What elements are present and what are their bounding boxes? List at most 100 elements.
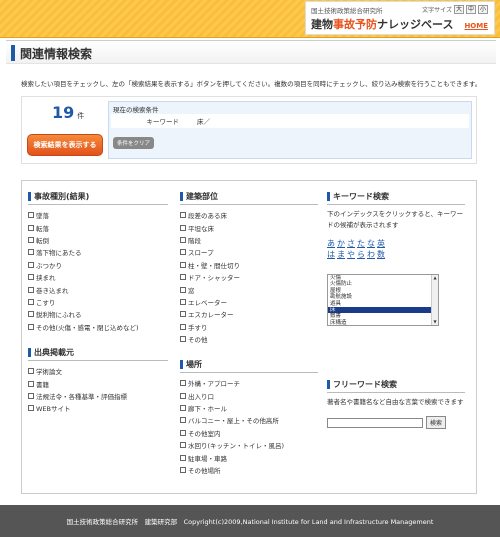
index-row-2: はまやらわ数 — [327, 249, 465, 260]
filter-checkbox-item[interactable]: こすり — [28, 296, 168, 308]
intro-text: 検索したい項目をチェックし、左の「検索結果を表示する」ボタンを押してください。複… — [21, 80, 482, 88]
filter-checkbox-item[interactable]: 転落 — [28, 221, 168, 233]
checkbox[interactable] — [180, 417, 186, 424]
checkbox[interactable] — [180, 323, 186, 330]
index-link[interactable]: や — [347, 250, 355, 259]
checkbox[interactable] — [28, 405, 34, 412]
checkbox[interactable] — [180, 404, 186, 411]
checkbox[interactable] — [180, 336, 186, 343]
filter-checkbox-item[interactable]: 平坦な床 — [180, 221, 318, 233]
free-word-search-button[interactable]: 検索 — [426, 416, 447, 429]
filter-checkbox-item[interactable]: エレベーター — [180, 296, 318, 308]
checkbox[interactable] — [180, 261, 186, 268]
index-link[interactable]: ら — [357, 250, 365, 259]
filter-checkbox-item[interactable]: 巻き込まれ — [28, 283, 168, 295]
font-large-button[interactable]: 大 — [453, 5, 464, 14]
filter-checkbox-item[interactable]: ドア・シャッター — [180, 271, 318, 283]
checkbox[interactable] — [180, 298, 186, 305]
checkbox[interactable] — [180, 224, 186, 231]
site-title[interactable]: 建物事故予防ナレッジベース — [311, 16, 453, 32]
clear-conditions-button[interactable]: 条件をクリア — [113, 137, 155, 149]
checkbox-label: 外構・アプローチ — [188, 380, 240, 389]
index-link[interactable]: ま — [337, 250, 345, 259]
filter-checkbox-item[interactable]: WEBサイト — [28, 402, 168, 414]
checkbox[interactable] — [28, 274, 34, 281]
page-heading: 関連情報検索 — [6, 40, 496, 64]
scroll-up-icon[interactable]: ▲ — [432, 275, 438, 281]
font-small-button[interactable]: 小 — [477, 5, 488, 14]
index-link[interactable]: 英 — [377, 239, 385, 248]
checkbox[interactable] — [180, 311, 186, 318]
filter-checkbox-item[interactable]: 駐車場・車路 — [180, 451, 318, 463]
filter-checkbox-item[interactable]: スロープ — [180, 246, 318, 258]
checkbox[interactable] — [28, 286, 34, 293]
checkbox[interactable] — [180, 236, 186, 243]
filter-checkbox-item[interactable]: 落下物にあたる — [28, 246, 168, 258]
keyword-option[interactable]: 床構造 — [328, 320, 438, 325]
checkbox[interactable] — [180, 442, 186, 449]
checkbox[interactable] — [28, 368, 34, 375]
filter-checkbox-item[interactable]: 転倒 — [28, 234, 168, 246]
filter-checkbox-item[interactable]: 法規法令・各種基準・評価指標 — [28, 390, 168, 402]
checkbox[interactable] — [180, 249, 186, 256]
filter-checkbox-item[interactable]: その他室内 — [180, 427, 318, 439]
index-link[interactable]: さ — [347, 239, 355, 248]
filter-checkbox-item[interactable]: 挟まれ — [28, 271, 168, 283]
checkbox[interactable] — [180, 212, 186, 219]
index-link[interactable]: か — [337, 239, 345, 248]
index-link[interactable]: は — [327, 250, 335, 259]
filter-checkbox-item[interactable]: 書籍 — [28, 377, 168, 389]
checkbox[interactable] — [28, 323, 34, 330]
checkbox-label: 水回り(キッチン・トイレ・風呂) — [188, 442, 285, 451]
filter-checkbox-item[interactable]: エスカレーター — [180, 308, 318, 320]
checkbox[interactable] — [180, 380, 186, 387]
show-results-button[interactable]: 検索結果を表示する — [27, 134, 103, 156]
filter-checkbox-item[interactable]: 階段 — [180, 234, 318, 246]
checkbox[interactable] — [28, 236, 34, 243]
index-link[interactable]: 数 — [377, 250, 385, 259]
home-link[interactable]: HOME — [464, 22, 488, 30]
checkbox[interactable] — [180, 466, 186, 473]
filter-checkbox-item[interactable]: その他場所 — [180, 464, 318, 476]
section-title-text: フリーワード検索 — [333, 380, 397, 389]
filter-checkbox-item[interactable]: 柱・壁・間仕切り — [180, 259, 318, 271]
checkbox[interactable] — [180, 286, 186, 293]
checkbox[interactable] — [28, 392, 34, 399]
checkbox[interactable] — [28, 212, 34, 219]
checkbox-label: 段差のある床 — [188, 212, 227, 221]
index-link[interactable]: わ — [367, 250, 375, 259]
filter-checkbox-item[interactable]: その他(火傷・感電・閉じ込めなど) — [28, 321, 168, 333]
filter-checkbox-item[interactable]: 鋭利物にふれる — [28, 308, 168, 320]
checkbox[interactable] — [28, 261, 34, 268]
filter-checkbox-item[interactable]: 窓 — [180, 283, 318, 295]
free-word-input[interactable] — [327, 417, 423, 428]
keyword-listbox[interactable]: 火傷 火傷防止 屋根 勘航施設 遊具床敷書 床構造 ▲ ▼ — [327, 274, 439, 326]
checkbox[interactable] — [28, 298, 34, 305]
checkbox[interactable] — [28, 311, 34, 318]
filter-checkbox-item[interactable]: 廊下・ホール — [180, 402, 318, 414]
scroll-down-icon[interactable]: ▼ — [432, 319, 438, 325]
checkbox[interactable] — [28, 224, 34, 231]
checkbox-label: スロープ — [188, 249, 214, 258]
filter-checkbox-item[interactable]: 水回り(キッチン・トイレ・風呂) — [180, 439, 318, 451]
filter-checkbox-item[interactable]: 手すり — [180, 321, 318, 333]
index-link[interactable]: あ — [327, 239, 335, 248]
listbox-scrollbar[interactable]: ▲ ▼ — [431, 275, 438, 325]
checkbox[interactable] — [180, 274, 186, 281]
filter-checkbox-item[interactable]: 段差のある床 — [180, 209, 318, 221]
checkbox[interactable] — [180, 429, 186, 436]
checkbox[interactable] — [180, 454, 186, 461]
index-link[interactable]: な — [367, 239, 375, 248]
checkbox[interactable] — [28, 380, 34, 387]
filter-checkbox-item[interactable]: 出入り口 — [180, 389, 318, 401]
filter-checkbox-item[interactable]: ぶつかり — [28, 259, 168, 271]
index-link[interactable]: た — [357, 239, 365, 248]
font-medium-button[interactable]: 中 — [465, 5, 476, 14]
filter-checkbox-item[interactable]: 外構・アプローチ — [180, 377, 318, 389]
filter-checkbox-item[interactable]: バルコニー・屋上・その他高所 — [180, 414, 318, 426]
filter-checkbox-item[interactable]: その他 — [180, 333, 318, 345]
filter-checkbox-item[interactable]: 墜落 — [28, 209, 168, 221]
filter-checkbox-item[interactable]: 学術論文 — [28, 365, 168, 377]
checkbox[interactable] — [180, 392, 186, 399]
checkbox[interactable] — [28, 249, 34, 256]
